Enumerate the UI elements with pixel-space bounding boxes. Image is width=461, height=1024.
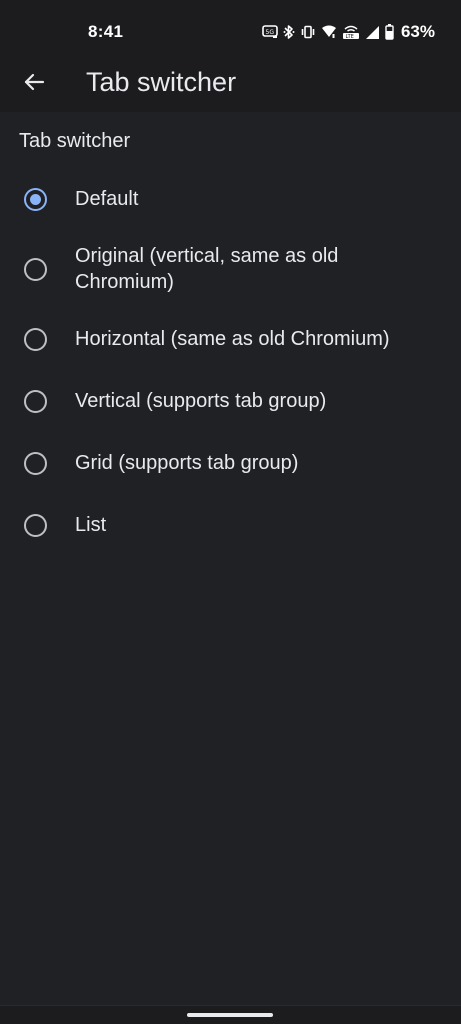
vibrate-icon: [300, 25, 316, 39]
home-handle[interactable]: [187, 1013, 273, 1017]
gesture-nav-bar: [0, 1005, 461, 1024]
app-bar: Tab switcher: [0, 56, 461, 112]
svg-text:LTE: LTE: [345, 34, 353, 40]
radio-button[interactable]: [24, 257, 47, 281]
battery-percent: 63%: [400, 22, 435, 41]
option-vertical[interactable]: Vertical (supports tab group): [0, 370, 461, 432]
back-button[interactable]: [14, 64, 54, 104]
option-label: Original (vertical, same as old Chromium…: [75, 245, 339, 293]
radio-group: Default Original (vertical, same as old …: [0, 168, 461, 556]
status-bar: 8:41 5G LTE 63%: [0, 0, 461, 56]
option-original[interactable]: Original (vertical, same as old Chromium…: [0, 230, 461, 308]
arrow-back-icon: [23, 71, 45, 98]
svg-text:5G: 5G: [265, 29, 274, 36]
option-default[interactable]: Default: [0, 168, 461, 230]
option-label: Default: [75, 188, 139, 210]
option-label: Vertical (supports tab group): [75, 390, 327, 412]
option-grid[interactable]: Grid (supports tab group): [0, 432, 461, 494]
screen: 8:41 5G LTE 63% Tab switcher Tab switche…: [0, 0, 461, 1024]
data-saver-icon: 5G: [262, 25, 278, 39]
page-title: Tab switcher: [86, 67, 237, 97]
option-label: List: [75, 514, 107, 536]
status-time: 8:41: [88, 22, 124, 41]
bluetooth-icon: [283, 24, 295, 40]
option-label: Grid (supports tab group): [75, 452, 299, 474]
radio-button[interactable]: [24, 187, 47, 211]
option-label: Horizontal (same as old Chromium): [75, 328, 390, 350]
section-title: Tab switcher: [19, 130, 131, 152]
cell-signal-icon: [365, 25, 380, 40]
volte-icon: LTE: [342, 24, 360, 40]
radio-button[interactable]: [24, 451, 47, 475]
radio-dot: [30, 193, 41, 205]
radio-button[interactable]: [24, 513, 47, 537]
battery-icon: [385, 24, 394, 40]
option-horizontal[interactable]: Horizontal (same as old Chromium): [0, 308, 461, 370]
wifi-icon: [321, 25, 337, 39]
option-list[interactable]: List: [0, 494, 461, 556]
status-icons: 5G LTE 63%: [262, 22, 435, 42]
radio-button[interactable]: [24, 389, 47, 413]
radio-button[interactable]: [24, 327, 47, 351]
